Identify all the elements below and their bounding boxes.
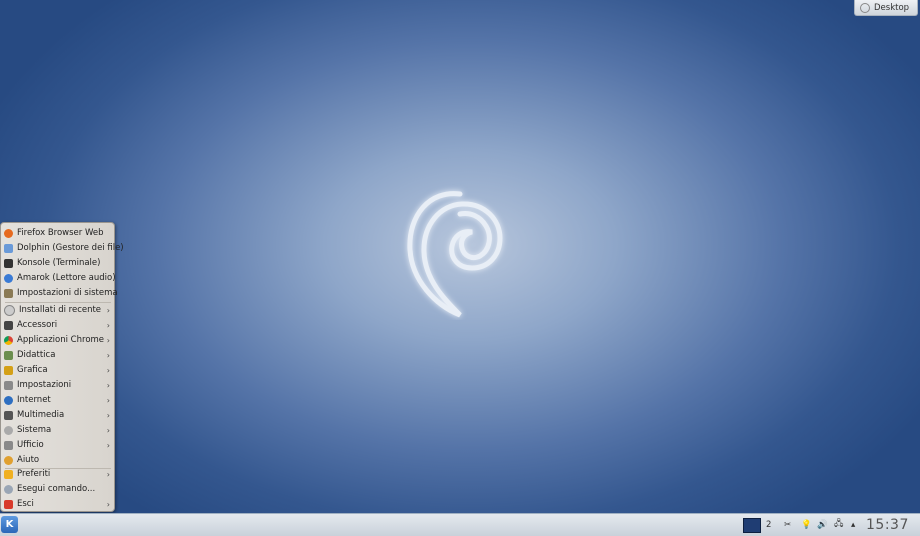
menu-item-label: Preferiti — [17, 469, 51, 479]
chevron-right-icon: › — [106, 499, 110, 509]
menu-item-system[interactable]: Sistema › — [4, 423, 112, 437]
kde-start-icon[interactable]: K — [1, 516, 18, 533]
tray-expand-icon[interactable]: ▴ — [851, 518, 855, 532]
menu-item-label: Ufficio — [17, 440, 44, 450]
menu-item-label: Installati di recente — [19, 305, 102, 315]
menu-item-quit[interactable]: Esci › — [4, 497, 112, 511]
settings-icon — [4, 288, 13, 298]
menu-item-label: Esegui comando... — [17, 484, 96, 494]
menu-item-konsole[interactable]: Konsole (Terminale) — [4, 256, 112, 270]
virtual-desktop-pager[interactable] — [743, 518, 761, 533]
multimedia-icon — [4, 410, 13, 420]
chevron-right-icon: › — [106, 395, 110, 405]
menu-item-graphics[interactable]: Grafica › — [4, 363, 112, 377]
menu-item-internet[interactable]: Internet › — [4, 393, 112, 407]
chevron-right-icon: › — [106, 335, 110, 345]
menu-item-label: Esci — [17, 499, 34, 509]
menu-item-label: Accessori — [17, 320, 58, 330]
menu-item-favorites[interactable]: Preferiti › — [4, 467, 112, 481]
application-launcher-menu: Firefox Browser Web Dolphin (Gestore dei… — [0, 222, 124, 512]
graphics-icon — [4, 365, 13, 375]
menu-item-dolphin[interactable]: Dolphin (Gestore dei file) — [4, 241, 124, 255]
power-icon — [4, 499, 13, 509]
tray-count-label: 2 — [766, 520, 772, 530]
desktop-button[interactable]: Desktop — [854, 0, 918, 16]
system-icon — [4, 425, 13, 435]
accessories-icon — [4, 320, 13, 330]
volume-icon[interactable]: 🔊 — [817, 518, 828, 532]
menu-item-label: Didattica — [17, 350, 56, 360]
chevron-right-icon: › — [106, 410, 110, 420]
chevron-right-icon: › — [106, 380, 110, 390]
clock[interactable]: 15:37 — [866, 517, 909, 533]
menu-item-amarok[interactable]: Amarok (Lettore audio) — [4, 271, 116, 285]
chevron-right-icon: › — [106, 365, 110, 375]
menu-item-label: Dolphin (Gestore dei file) — [17, 243, 124, 253]
menu-item-label: Impostazioni — [17, 380, 72, 390]
menu-item-label: Aiuto — [17, 455, 40, 465]
run-icon — [4, 484, 13, 494]
menu-item-label: Sistema — [17, 425, 52, 435]
star-icon — [4, 469, 13, 479]
desktop-icon — [860, 2, 870, 13]
amarok-icon — [4, 273, 13, 283]
help-icon — [4, 455, 13, 465]
menu-item-system-settings[interactable]: Impostazioni di sistema — [4, 286, 118, 300]
tools-icon — [4, 380, 13, 390]
chrome-icon — [4, 335, 13, 345]
chevron-right-icon: › — [106, 305, 110, 315]
menu-item-education[interactable]: Didattica › — [4, 348, 112, 362]
menu-item-label: Firefox Browser Web — [17, 228, 104, 238]
tray-item-count[interactable]: 2 — [766, 518, 771, 532]
menu-item-label: Applicazioni Chrome — [17, 335, 105, 345]
menu-item-settings[interactable]: Impostazioni › — [4, 378, 112, 392]
chevron-right-icon: › — [106, 425, 110, 435]
menu-item-accessories[interactable]: Accessori › — [4, 318, 112, 332]
menu-item-help[interactable]: Aiuto — [4, 453, 112, 467]
menu-item-multimedia[interactable]: Multimedia › — [4, 408, 112, 422]
desktop-button-label: Desktop — [874, 2, 910, 13]
firefox-icon — [4, 228, 13, 238]
office-icon — [4, 440, 13, 450]
menu-item-run-command[interactable]: Esegui comando... — [4, 482, 112, 496]
chevron-right-icon: › — [106, 320, 110, 330]
menu-item-label: Multimedia — [17, 410, 65, 420]
clock-icon — [4, 304, 15, 316]
menu-item-recent[interactable]: Installati di recente › — [4, 303, 112, 317]
taskbar: K 2 ✂ 💡 🔊 🖧 ▴ 15:37 — [0, 513, 920, 536]
terminal-icon — [4, 258, 13, 268]
notifications-icon[interactable]: 💡 — [801, 518, 812, 532]
menu-item-label: Grafica — [17, 365, 48, 375]
chevron-right-icon: › — [106, 469, 110, 479]
menu-item-firefox[interactable]: Firefox Browser Web — [4, 226, 112, 240]
network-icon[interactable]: 🖧 — [834, 518, 843, 532]
chevron-right-icon: › — [106, 350, 110, 360]
menu-item-label: Amarok (Lettore audio) — [17, 273, 116, 283]
menu-item-label: Konsole (Terminale) — [17, 258, 101, 268]
menu-item-office[interactable]: Ufficio › — [4, 438, 112, 452]
clipboard-icon[interactable]: ✂ — [784, 518, 791, 532]
menu-item-label: Internet — [17, 395, 51, 405]
folder-icon — [4, 243, 13, 253]
globe-icon — [4, 395, 13, 405]
debian-swirl-logo — [407, 191, 503, 318]
education-icon — [4, 350, 13, 360]
chevron-right-icon: › — [106, 440, 110, 450]
menu-item-label: Impostazioni di sistema — [17, 288, 118, 298]
menu-item-chrome-apps[interactable]: Applicazioni Chrome › — [4, 333, 112, 347]
